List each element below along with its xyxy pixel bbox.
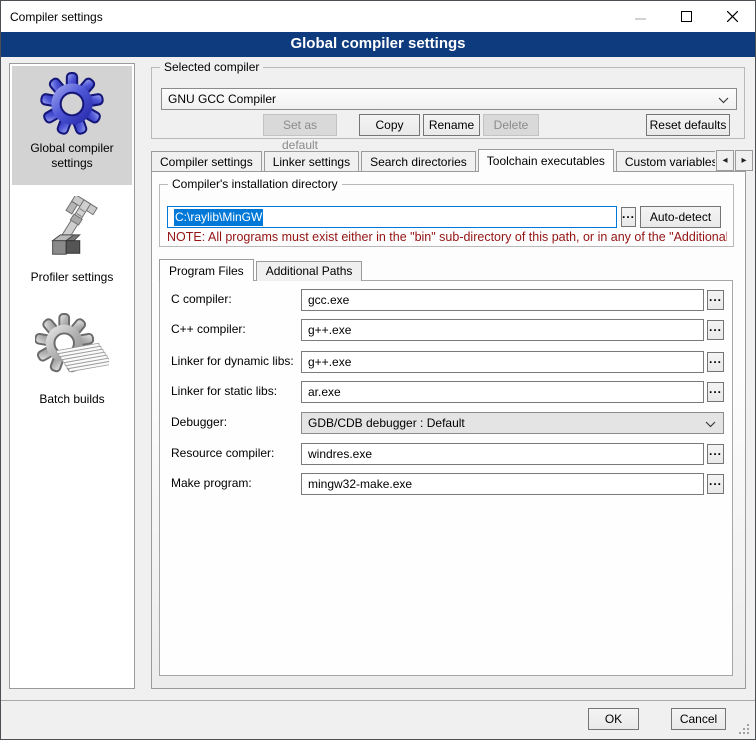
static-linker-browse-button[interactable]: ... [707, 382, 724, 402]
tab-scroll-left-button[interactable]: ◂ [716, 150, 734, 171]
group-label: Selected compiler [160, 60, 263, 74]
minimize-button[interactable] [617, 1, 663, 32]
installation-directory-value: C:\raylib\MinGW [174, 209, 263, 226]
dynamic-linker-input[interactable]: g++.exe [301, 351, 704, 373]
compiler-select[interactable]: GNU GCC Compiler [161, 88, 737, 110]
c-compiler-browse-button[interactable]: ... [707, 290, 724, 310]
field-label: Linker for dynamic libs: [171, 354, 294, 368]
field-label: Debugger: [171, 415, 227, 429]
tab-scroll-right-button[interactable]: ▸ [735, 150, 753, 171]
reset-defaults-button[interactable]: Reset defaults [646, 114, 730, 136]
field-value: gcc.exe [308, 293, 349, 307]
tab-search-directories[interactable]: Search directories [361, 151, 476, 172]
delete-button[interactable]: Delete [483, 114, 539, 136]
subtab-additional-paths[interactable]: Additional Paths [256, 261, 363, 281]
files-subtabstrip: Program Files Additional Paths [159, 259, 364, 281]
field-value: g++.exe [308, 323, 351, 337]
sidebar-item-label: Batch builds [12, 392, 132, 407]
titlebar: Compiler settings [1, 1, 755, 32]
field-value: windres.exe [308, 447, 372, 461]
field-value: g++.exe [308, 355, 351, 369]
maximize-button[interactable] [663, 1, 709, 32]
set-as-default-button[interactable]: Set as default [263, 114, 337, 136]
group-label: Compiler's installation directory [168, 177, 342, 191]
note-text: NOTE: All programs must exist either in … [167, 230, 727, 244]
field-label: Resource compiler: [171, 446, 274, 460]
installation-directory-input[interactable]: C:\raylib\MinGW [167, 206, 617, 228]
subtab-program-files[interactable]: Program Files [159, 259, 254, 281]
copy-button[interactable]: Copy [359, 114, 420, 136]
ok-button[interactable]: OK [588, 708, 639, 730]
tab-compiler-settings[interactable]: Compiler settings [151, 151, 262, 172]
sidebar-item-label: Global compiler settings [12, 141, 132, 171]
make-program-input[interactable]: mingw32-make.exe [301, 473, 704, 495]
tab-custom-variables[interactable]: Custom variables [616, 151, 715, 172]
minimize-icon [635, 11, 646, 22]
field-value: GDB/CDB debugger : Default [308, 416, 465, 430]
gear-blue-icon [39, 71, 105, 137]
sidebar-item-profiler-settings[interactable]: Profiler settings [12, 194, 132, 294]
compiler-select-value: GNU GCC Compiler [168, 92, 276, 106]
footer-separator [1, 700, 756, 701]
sidebar-item-global-compiler-settings[interactable]: Global compiler settings [12, 66, 132, 185]
caliper-icon [41, 196, 103, 266]
static-linker-input[interactable]: ar.exe [301, 381, 704, 403]
cpp-compiler-input[interactable]: g++.exe [301, 319, 704, 341]
resize-grip[interactable] [738, 723, 750, 735]
dynamic-linker-browse-button[interactable]: ... [707, 352, 724, 372]
sidebar-item-batch-builds[interactable]: Batch builds [12, 308, 132, 418]
close-button[interactable] [709, 1, 755, 32]
settings-sidebar: Global compiler settings Profiler sett [9, 63, 135, 689]
field-label: C compiler: [171, 292, 232, 306]
tab-toolchain-executables[interactable]: Toolchain executables [478, 149, 614, 172]
field-value: ar.exe [308, 385, 341, 399]
debugger-select[interactable]: GDB/CDB debugger : Default [301, 412, 724, 434]
field-label: Linker for static libs: [171, 384, 277, 398]
field-label: Make program: [171, 476, 252, 490]
maximize-icon [681, 11, 692, 22]
make-program-browse-button[interactable]: ... [707, 474, 724, 494]
resource-compiler-input[interactable]: windres.exe [301, 443, 704, 465]
field-label: C++ compiler: [171, 322, 246, 336]
gear-papers-icon [35, 312, 109, 388]
chevron-down-icon [705, 421, 716, 428]
close-icon [727, 11, 738, 22]
arrow-left-icon: ◂ [722, 155, 727, 166]
c-compiler-input[interactable]: gcc.exe [301, 289, 704, 311]
resource-compiler-browse-button[interactable]: ... [707, 444, 724, 464]
auto-detect-button[interactable]: Auto-detect [640, 206, 721, 228]
field-value: mingw32-make.exe [308, 477, 412, 491]
chevron-down-icon [718, 97, 729, 104]
browse-directory-button[interactable]: ... [621, 207, 636, 227]
settings-tabstrip: Compiler settings Linker settings Search… [151, 149, 715, 172]
cancel-button[interactable]: Cancel [671, 708, 726, 730]
window-title: Compiler settings [10, 10, 103, 24]
arrow-right-icon: ▸ [741, 155, 746, 166]
cpp-compiler-browse-button[interactable]: ... [707, 320, 724, 340]
rename-button[interactable]: Rename [423, 114, 480, 136]
page-title: Global compiler settings [1, 32, 755, 57]
sidebar-item-label: Profiler settings [12, 270, 132, 285]
tab-linker-settings[interactable]: Linker settings [264, 151, 359, 172]
compiler-settings-dialog: Compiler settings Global compiler settin… [0, 0, 756, 740]
